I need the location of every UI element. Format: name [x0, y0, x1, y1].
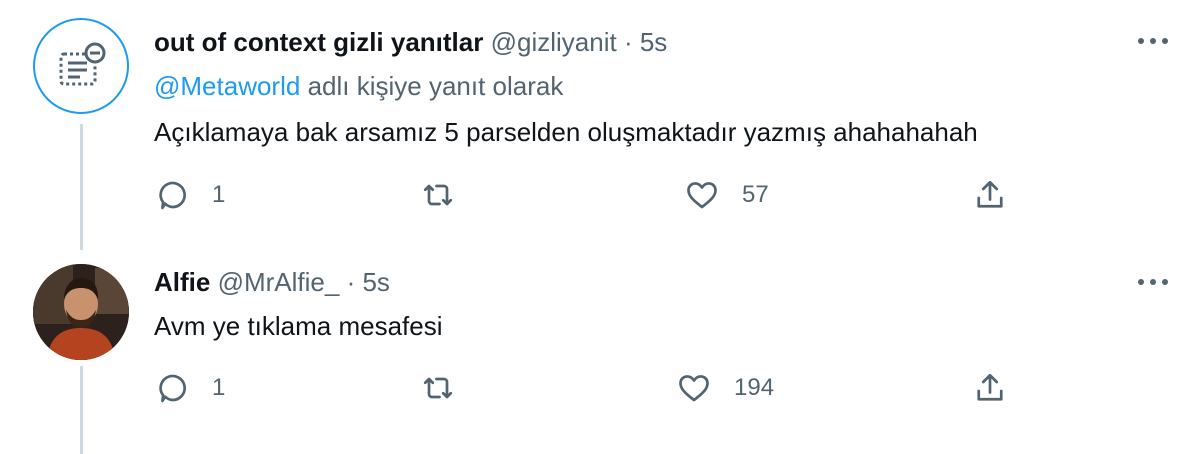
profile-photo: [33, 264, 129, 360]
share-icon: [977, 373, 1003, 401]
timestamp[interactable]: 5s: [640, 27, 667, 57]
action-bar: 1 57: [154, 175, 1054, 215]
like-count: 194: [734, 374, 775, 401]
share-button[interactable]: [972, 368, 1008, 408]
reply-count: 1: [212, 374, 226, 401]
reply-button[interactable]: 1: [154, 175, 225, 215]
user-handle[interactable]: @gizliyanit: [491, 27, 617, 57]
share-icon: [977, 180, 1003, 208]
tweet-text: Avm ye tıklama mesafesi: [154, 311, 443, 341]
reply-mention-link[interactable]: @Metaworld: [154, 71, 300, 101]
timestamp[interactable]: 5s: [362, 267, 389, 297]
retweet-button[interactable]: [420, 368, 456, 408]
tweet[interactable]: out of context gizli yanıtlar @gizliyani…: [0, 0, 1200, 250]
more-options-icon[interactable]: [1138, 38, 1168, 46]
heart-icon: [687, 182, 717, 209]
tweet-text: Açıklamaya bak arsamız 5 parselden oluşm…: [154, 117, 978, 147]
display-name[interactable]: out of context gizli yanıtlar: [154, 27, 483, 57]
retweet-button[interactable]: [420, 175, 456, 215]
separator: ·: [346, 267, 356, 297]
like-button[interactable]: 57: [684, 175, 769, 215]
heart-icon: [679, 375, 709, 402]
reply-count: 1: [212, 181, 226, 208]
separator: ·: [623, 27, 633, 57]
share-button[interactable]: [972, 175, 1008, 215]
user-handle[interactable]: @MrAlfie_: [218, 267, 340, 297]
display-name[interactable]: Alfie: [154, 267, 210, 297]
action-bar: 1 194: [154, 368, 1054, 408]
avatar[interactable]: [33, 18, 129, 114]
reply-icon: [159, 181, 186, 210]
avatar[interactable]: [33, 264, 129, 360]
thread-line: [80, 124, 83, 250]
retweet-icon: [423, 184, 453, 206]
tweet[interactable]: Alfie @MrAlfie_ · 5s Avm ye tıklama mesa…: [0, 250, 1200, 454]
tweet-header: Alfie @MrAlfie_ · 5s: [154, 266, 1160, 298]
more-options-icon[interactable]: [1138, 279, 1168, 287]
hidden-reply-icon: [59, 42, 106, 86]
thread-line: [80, 366, 83, 454]
retweet-icon: [423, 377, 453, 399]
like-count: 57: [742, 181, 769, 208]
reply-button[interactable]: 1: [154, 368, 225, 408]
like-button[interactable]: 194: [676, 368, 774, 408]
reply-context: @Metaworld adlı kişiye yanıt olarak: [154, 70, 1160, 102]
reply-icon: [159, 374, 186, 403]
tweet-header: out of context gizli yanıtlar @gizliyani…: [154, 26, 1160, 58]
reply-context-label: adlı kişiye yanıt olarak: [307, 71, 564, 101]
